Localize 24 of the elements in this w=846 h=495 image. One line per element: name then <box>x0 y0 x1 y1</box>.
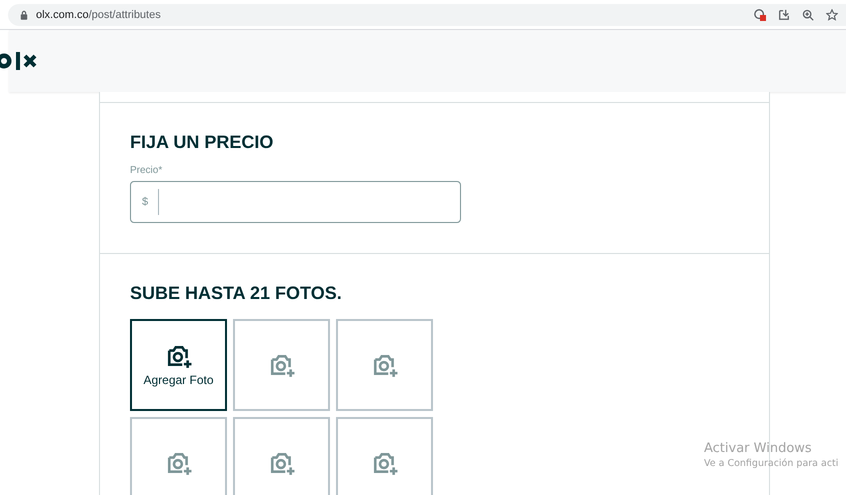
photo-slot[interactable] <box>233 319 330 411</box>
camera-plus-icon <box>268 352 294 378</box>
activation-title: Activar Windows <box>704 441 813 456</box>
blocked-icon[interactable] <box>754 8 766 20</box>
url-text: olx.com.co/post/attributes <box>36 8 162 20</box>
address-bar[interactable]: olx.com.co/post/attributes <box>8 4 846 26</box>
add-photo-button[interactable]: Agregar Foto <box>130 319 227 411</box>
camera-plus-icon <box>166 343 192 369</box>
section-title: FIJA UN PRECIO <box>130 132 274 153</box>
camera-plus-icon <box>372 450 398 476</box>
activation-text: Ve a Configuración para acti <box>704 458 838 469</box>
photo-slot[interactable] <box>336 319 433 411</box>
lock-icon <box>20 10 28 20</box>
zoom-icon[interactable] <box>802 8 814 20</box>
photo-slot[interactable] <box>336 417 433 495</box>
photo-slot[interactable] <box>130 417 227 495</box>
section-title: SUBE HASTA 21 FOTOS. <box>130 283 343 304</box>
camera-plus-icon <box>268 450 294 476</box>
star-icon[interactable] <box>826 8 838 20</box>
download-icon[interactable] <box>778 8 790 20</box>
camera-plus-icon <box>372 352 398 378</box>
photo-slot[interactable] <box>233 417 330 495</box>
field-label: Precio* <box>130 165 164 176</box>
camera-plus-icon <box>166 450 192 476</box>
